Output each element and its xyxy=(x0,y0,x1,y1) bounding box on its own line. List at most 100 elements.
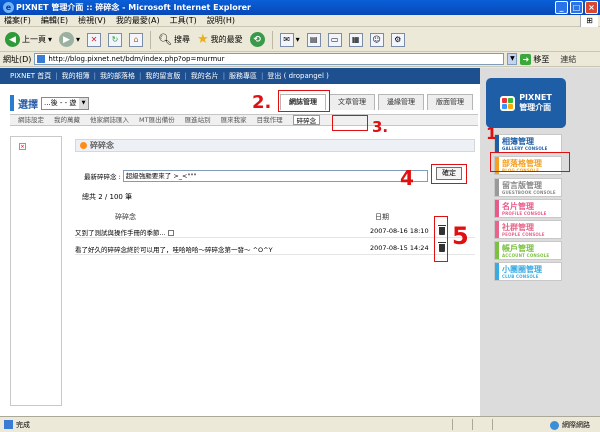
menu-file[interactable]: 檔案(F) xyxy=(4,15,31,26)
total-count: 總共 2 / 100 筆 xyxy=(82,193,133,201)
toolbar: ◀ 上一頁 ▾ ▶ ▾ ✕ ↻ ⌂ 🔍︎ 搜尋 ★ 我的最愛 ⟲ ✉ ▾ ▤ ▭… xyxy=(0,28,600,52)
security-zone: 網際網路 xyxy=(550,420,590,430)
favorites-button[interactable]: ★ 我的最愛 xyxy=(195,30,245,50)
go-label: 移至 xyxy=(533,54,550,64)
site-top-nav: PIXNET 首頁 | 我的相簿 | 我的部落格 | 我的留言版 | 我的名片 | 服務專… xyxy=(0,68,480,84)
links-button[interactable]: 連結 xyxy=(560,54,576,65)
maximize-button[interactable]: □ xyxy=(570,1,583,14)
address-bar: 網址(D) http://blog.pixnet.net/bdm/index.p… xyxy=(0,52,600,67)
console-profile[interactable]: 名片管理 PROFILE CONSOLE xyxy=(494,199,562,218)
address-input[interactable]: http://blog.pixnet.net/bdm/index.php?op=… xyxy=(34,53,505,65)
tab-article-manage[interactable]: 文章管理 xyxy=(329,94,375,110)
tab-layout-manage[interactable]: 版面管理 xyxy=(427,94,473,110)
subnav-blog-settings[interactable]: 網誌設定 xyxy=(18,115,44,125)
nav-logout[interactable]: 登出 ( dropangel ) xyxy=(267,71,328,81)
console-account[interactable]: 帳戶管理 ACCOUNT CONSOLE xyxy=(494,241,562,260)
history-icon: ⟲ xyxy=(249,32,265,47)
console-color-bar xyxy=(495,221,499,238)
chevron-down-icon: ▼ xyxy=(79,97,88,109)
home-icon: ⌂ xyxy=(129,32,144,47)
subnav-incoming[interactable]: 匯來我家 xyxy=(221,115,247,125)
go-button[interactable]: ➜ 移至 xyxy=(520,53,550,65)
console-color-bar xyxy=(495,179,499,196)
forward-button[interactable]: ▶ ▾ xyxy=(57,30,82,50)
subnav-self[interactable]: 目我作理 xyxy=(257,115,283,125)
edit-button[interactable]: ▭ xyxy=(326,30,344,50)
address-label: 網址(D) xyxy=(3,54,32,64)
favorites-label: 我的最愛 xyxy=(210,35,243,44)
row-date: 2007-08-15 14:24 xyxy=(370,244,429,252)
edit-icon: ▭ xyxy=(327,32,342,47)
subnav-import[interactable]: 他家網誌匯入 xyxy=(90,115,129,125)
toolbar-separator xyxy=(150,30,152,49)
tab-sidebar-manage[interactable]: 邊緣管理 xyxy=(378,94,424,110)
annotation-box-blog-console xyxy=(490,152,570,172)
home-button[interactable]: ⌂ xyxy=(127,30,145,50)
annotation-box-tab xyxy=(278,90,330,112)
nav-pixnet-home[interactable]: PIXNET 首頁 xyxy=(10,71,51,81)
nav-my-guestbook[interactable]: 我的留言版 xyxy=(145,71,180,81)
nav-my-blog[interactable]: 我的部落格 xyxy=(100,71,135,81)
stop-button[interactable]: ✕ xyxy=(85,30,103,50)
history-button[interactable]: ⟲ xyxy=(248,30,267,50)
go-arrow-icon: ➜ xyxy=(520,53,532,65)
console-side-panel: PIXNET 管理介面 相簿管理 GALLERY CONSOLE 部落格管理 BL… xyxy=(480,68,600,416)
subnav-murmur[interactable]: 碎碎念 xyxy=(292,115,321,125)
murmur-input[interactable]: 超級強颱要來了 >_<""" xyxy=(122,170,428,182)
search-button[interactable]: 🔍︎ 搜尋 xyxy=(156,30,192,50)
column-header-murmur: 碎碎念 xyxy=(115,213,136,221)
menu-favorites[interactable]: 我的最愛(A) xyxy=(116,15,160,26)
toolbar-separator xyxy=(271,30,273,49)
page-icon xyxy=(37,55,46,63)
nav-my-profile[interactable]: 我的名片 xyxy=(191,71,219,81)
annotation-3: 3. xyxy=(372,118,389,136)
murmur-label: 最新碎碎念 : xyxy=(84,173,121,181)
blog-select[interactable]: ...後 - - 遊 ... ▼ xyxy=(41,96,89,110)
mail-button[interactable]: ✉ ▾ xyxy=(278,30,302,50)
discuss-button[interactable]: ▦ xyxy=(347,30,365,50)
row-message: 又到了測試與操作手冊的季節... xyxy=(75,227,174,237)
minimize-button[interactable]: _ xyxy=(555,1,568,14)
attachment-icon xyxy=(167,230,174,236)
back-button[interactable]: ◀ 上一頁 ▾ xyxy=(3,30,54,50)
chevron-down-icon: ▾ xyxy=(48,35,53,44)
annotation-5: 5 xyxy=(452,222,469,250)
nav-my-album[interactable]: 我的相簿 xyxy=(62,71,90,81)
bullet-icon xyxy=(80,142,87,149)
annotation-2: 2. xyxy=(252,92,272,113)
nav-services[interactable]: 服務專區 xyxy=(229,71,257,81)
subnav-visits[interactable]: 匯進站別 xyxy=(185,115,211,125)
chevron-down-icon: ▾ xyxy=(295,35,300,44)
menu-tools[interactable]: 工具(T) xyxy=(170,15,197,26)
menu-view[interactable]: 檢視(V) xyxy=(78,15,106,26)
logo-text-line1: PIXNET xyxy=(519,93,552,102)
broken-image-icon: × xyxy=(19,143,26,150)
stop-icon: ✕ xyxy=(87,32,102,47)
console-guestbook[interactable]: 留言版管理 GUESTBOOK CONSOLE xyxy=(494,178,562,197)
refresh-button[interactable]: ↻ xyxy=(106,30,124,50)
menu-help[interactable]: 說明(H) xyxy=(207,15,235,26)
pixnet-mark-icon xyxy=(500,95,516,111)
zone-text: 網際網路 xyxy=(562,421,590,429)
back-label: 上一頁 xyxy=(22,35,46,44)
subnav-mt-export[interactable]: MT匯出備份 xyxy=(139,115,175,125)
console-color-bar xyxy=(495,263,499,280)
address-url: http://blog.pixnet.net/bdm/index.php?op=… xyxy=(48,55,225,63)
refresh-icon: ↻ xyxy=(108,32,123,47)
close-button[interactable]: × xyxy=(585,1,598,14)
row-message: 看了好久的碎碎念終於可以用了，哇哈哈哈～碎碎念第一發～ ^O^Y xyxy=(75,246,273,254)
console-people[interactable]: 社群管理 PEOPLE CONSOLE xyxy=(494,220,562,239)
menu-bar: 檔案(F) 編輯(E) 檢視(V) 我的最愛(A) 工具(T) 說明(H) ⊞ xyxy=(0,15,600,27)
menu-edit[interactable]: 編輯(E) xyxy=(41,15,68,26)
address-dropdown[interactable]: ▼ xyxy=(507,53,518,65)
research-button[interactable]: ⚙ xyxy=(389,30,407,50)
messenger-button[interactable]: ☺ xyxy=(368,30,386,50)
print-button[interactable]: ▤ xyxy=(305,30,323,50)
subnav-collection[interactable]: 我的萬藏 xyxy=(54,115,80,125)
ie-icon: e xyxy=(3,2,14,13)
selector-accent xyxy=(10,95,14,111)
table-row: 看了好久的碎碎念終於可以用了，哇哈哈哈～碎碎念第一發～ ^O^Y 2007-08… xyxy=(75,242,475,255)
console-gallery[interactable]: 相簿管理 GALLERY CONSOLE xyxy=(494,134,562,153)
section-header: 碎碎念 xyxy=(75,139,475,152)
console-club[interactable]: 小團圈管理 CLUB CONSOLE xyxy=(494,262,562,281)
